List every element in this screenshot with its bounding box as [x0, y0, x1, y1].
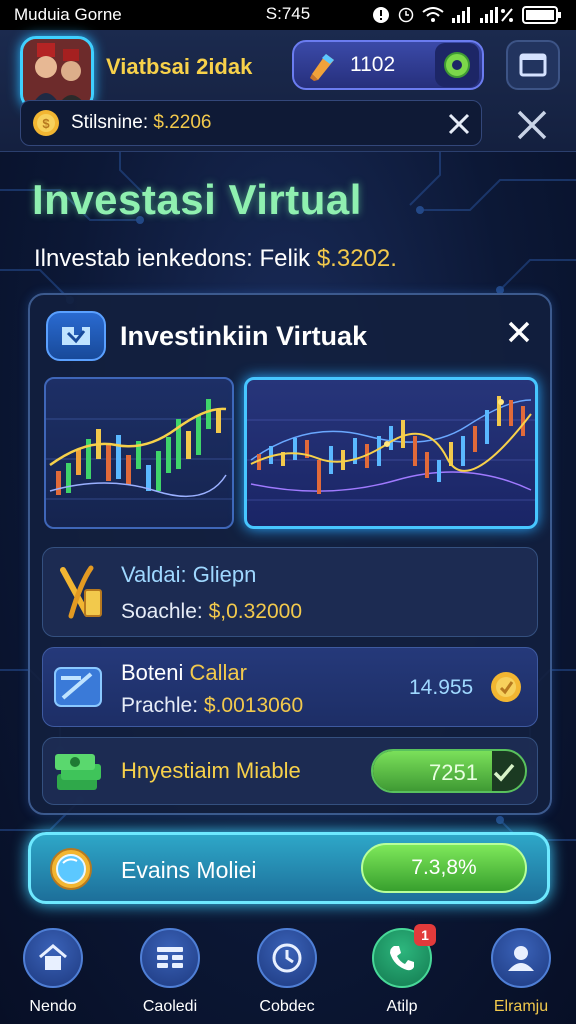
coin-icon [491, 672, 521, 702]
candlestick-chart-large-graphic [247, 396, 535, 501]
row-title: Hnyestiaim Miable [121, 758, 301, 783]
nav-clock-button[interactable] [257, 928, 317, 988]
search-icon [50, 848, 92, 890]
list-item[interactable]: Valdai: Gliepn Soachle: $,0.32000 [42, 547, 538, 637]
nav-home-button[interactable] [23, 928, 83, 988]
page-title: Investasi Virtual [32, 176, 362, 223]
nav-item-phone[interactable]: 1 Atilp [357, 924, 447, 1016]
coin-icon: $ [33, 110, 59, 136]
clock-icon [272, 943, 302, 973]
status-time: S:745 [265, 4, 311, 23]
list-item[interactable]: Hnyestiaim Miable 7251 [42, 737, 538, 805]
window-icon [519, 53, 547, 77]
top-header: Viatbsai 2idak 1102 $ Stilsnine: $.2206 [0, 30, 576, 152]
row-subtitle: Prachle: $.0013060 [121, 694, 303, 718]
balance-label: Stilsnine: [71, 112, 149, 133]
investment-panel: Investinkiin Virtuak Valdai: Gliepn Soac… [28, 293, 552, 815]
row-sub-value: $,0.32000 [208, 600, 303, 623]
gem-add-button[interactable] [435, 43, 479, 87]
gem-counter[interactable]: 1102 [292, 40, 484, 90]
gem-icon [310, 54, 334, 81]
row-sub-value: $.0013060 [203, 694, 304, 717]
subtitle-amount: $.3202. [316, 245, 397, 272]
panel-title: Investinkiin Virtuak [120, 321, 368, 351]
panel-close-icon[interactable] [506, 319, 532, 345]
list-item[interactable]: Boteni Callar Prachle: $.0013060 14.955 [42, 647, 538, 727]
status-bar: Muduia Gorne S:745 [0, 0, 576, 30]
check-icon [493, 763, 515, 782]
nav-grid-button[interactable] [140, 928, 200, 988]
grid-icon [157, 947, 183, 968]
gem-count: 1102 [350, 53, 396, 76]
balance-text: Stilsnine: $.2206 [71, 112, 212, 134]
nav-label: Cobdec [259, 998, 315, 1015]
row-value: 14.955 [409, 676, 474, 699]
action-label: Evains Moliei [121, 857, 257, 883]
profile-icon [508, 946, 534, 971]
wrench-icon [60, 565, 102, 619]
nav-label: Caoledi [142, 998, 198, 1015]
nav-item-home[interactable]: Nendo [8, 928, 98, 1016]
action-bar[interactable]: Evains Moliei 7.3,8% [28, 832, 550, 904]
money-stack-icon [55, 754, 101, 790]
avatar[interactable] [20, 36, 94, 110]
subtitle-text: Ilnvestab ienkedons: Felik [34, 245, 311, 272]
window-button[interactable] [506, 40, 560, 90]
nav-phone-button[interactable]: 1 [372, 924, 436, 988]
row-title: Boteni Callar [121, 660, 247, 686]
home-icon [39, 944, 67, 970]
candlestick-chart-large[interactable] [244, 377, 538, 529]
row-title-gold: Callar [189, 660, 247, 685]
balance-bar: $ Stilsnine: $.2206 [20, 100, 482, 146]
nav-label: Elramju [493, 998, 549, 1015]
row-sub-label: Soachle: [121, 600, 203, 623]
nav-item-grid[interactable]: Caoledi [125, 928, 215, 1016]
action-button[interactable]: 7.3,8% [361, 843, 527, 893]
row-subtitle: Soachle: $,0.32000 [121, 600, 302, 624]
page-subtitle: Ilnvestab ienkedons: Felik $.3202. [34, 245, 397, 273]
notification-badge: 1 [414, 924, 436, 946]
svg-text:$: $ [42, 116, 50, 131]
row-title-white: Boteni [121, 660, 184, 685]
close-icon[interactable] [447, 112, 471, 136]
row-title: Valdai: Gliepn [121, 562, 257, 587]
balance-value: $.2206 [153, 112, 212, 133]
panel-badge-icon [46, 311, 106, 361]
nav-profile-button[interactable] [491, 928, 551, 988]
candlestick-chart-small-graphic [46, 399, 232, 500]
tablet-icon [54, 667, 102, 707]
progress-value: 7251 [429, 760, 478, 785]
progress-bar[interactable]: 7251 [371, 749, 527, 793]
nav-label: Nendo [29, 998, 77, 1015]
plus-icon [444, 52, 470, 78]
player-name: Viatbsai 2idak [106, 54, 253, 79]
avatar-portrait-icon [23, 39, 91, 107]
nav-item-clock[interactable]: Cobdec [242, 928, 332, 1016]
phone-icon [390, 946, 414, 971]
candlestick-chart-small[interactable] [44, 377, 234, 529]
nav-item-profile[interactable]: Elramju [476, 928, 566, 1016]
header-close-icon[interactable] [515, 108, 549, 142]
bottom-nav: Nendo Caoledi Cobdec 1 Atilp Elramju [0, 924, 576, 1024]
row-sub-label: Prachle: [121, 694, 199, 717]
nav-label: Atilp [386, 998, 418, 1015]
